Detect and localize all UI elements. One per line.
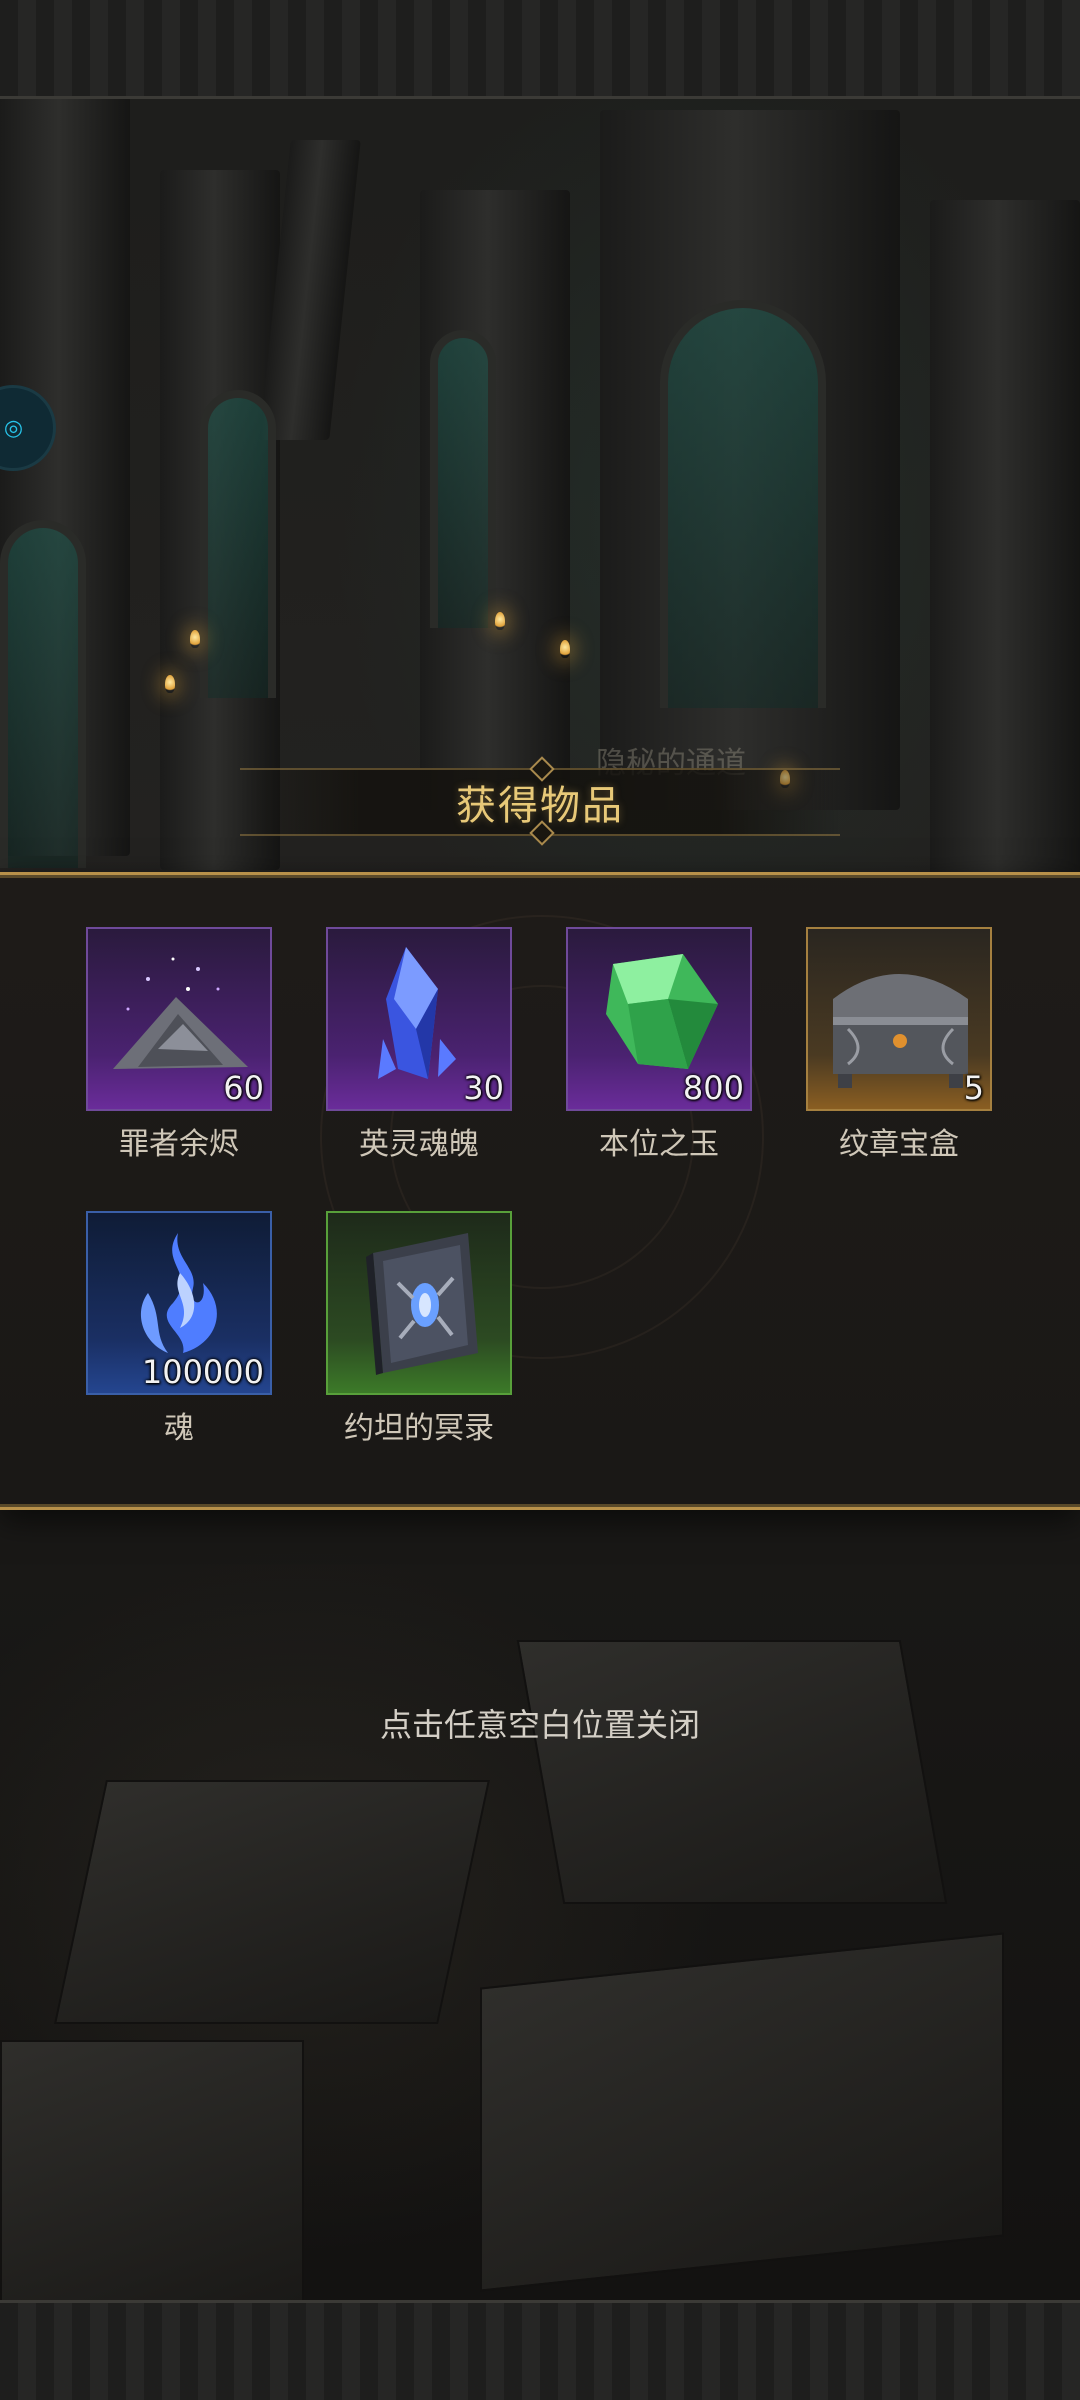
- stone-pillar: [930, 200, 1080, 880]
- candle-flame: [560, 640, 570, 658]
- stone-block: [0, 2040, 304, 2304]
- item-name: 魂: [164, 1411, 194, 1446]
- stone-block: [480, 1932, 1004, 2292]
- item-slot: 60: [86, 927, 272, 1111]
- item-quantity: 30: [463, 1069, 504, 1107]
- reward-screen[interactable]: ◎ 隐秘的通道 获得物品 60 罪者余烬 30 英灵魂魄 800 本位之玉 5 …: [0, 0, 1080, 2400]
- candle-flame: [190, 630, 200, 648]
- reward-item[interactable]: 30 英灵魂魄: [326, 927, 512, 1167]
- reward-item[interactable]: 100000 魂: [86, 1211, 272, 1451]
- candle-flame: [165, 675, 175, 693]
- glowing-archway: [660, 300, 826, 708]
- item-quantity: 5: [963, 1069, 984, 1107]
- stone-rubble: [54, 1780, 490, 2024]
- item-quantity: 800: [682, 1069, 744, 1107]
- item-slot: 800: [566, 927, 752, 1111]
- stone-pillar: [600, 110, 900, 810]
- stone-pillar: [420, 190, 570, 810]
- event-badge-icon[interactable]: ◎: [0, 385, 56, 471]
- reward-item[interactable]: 60 罪者余烬: [86, 927, 272, 1167]
- item-name: 英灵魂魄: [359, 1127, 479, 1162]
- top-ornament-bar: [0, 0, 1080, 99]
- reward-item[interactable]: 约坦的冥录: [326, 1211, 512, 1451]
- item-quantity: 60: [223, 1069, 264, 1107]
- bottom-ornament-bar: [0, 2300, 1080, 2400]
- stone-altar: [516, 1640, 948, 1904]
- reward-item[interactable]: 5 纹章宝盒: [806, 927, 992, 1167]
- item-slot: 5: [806, 927, 992, 1111]
- stone-pillar: [0, 96, 130, 856]
- dark-tome-icon: [366, 1233, 478, 1375]
- reward-item[interactable]: 800 本位之玉: [566, 927, 752, 1167]
- item-name: 本位之玉: [599, 1127, 719, 1162]
- glowing-archway: [430, 330, 496, 628]
- badge-glyph: ◎: [3, 415, 23, 441]
- item-name: 罪者余烬: [119, 1127, 239, 1162]
- item-slot: 100000: [86, 1211, 272, 1395]
- stone-pillar: [259, 140, 361, 440]
- candle-flame: [495, 612, 505, 630]
- reward-panel: 60 罪者余烬 30 英灵魂魄 800 本位之玉 5 纹章宝盒 100000 魂…: [0, 872, 1080, 1510]
- glowing-archway: [200, 390, 276, 698]
- item-name: 约坦的冥录: [344, 1411, 494, 1446]
- item-slot: [326, 1211, 512, 1395]
- item-quantity: 100000: [141, 1353, 264, 1391]
- title-banner: 获得物品: [240, 756, 840, 846]
- item-slot: 30: [326, 927, 512, 1111]
- glowing-archway: [0, 520, 86, 868]
- close-hint: 点击任意空白位置关闭: [379, 1706, 700, 1744]
- item-name: 纹章宝盒: [839, 1127, 959, 1162]
- stone-pillar: [160, 170, 280, 870]
